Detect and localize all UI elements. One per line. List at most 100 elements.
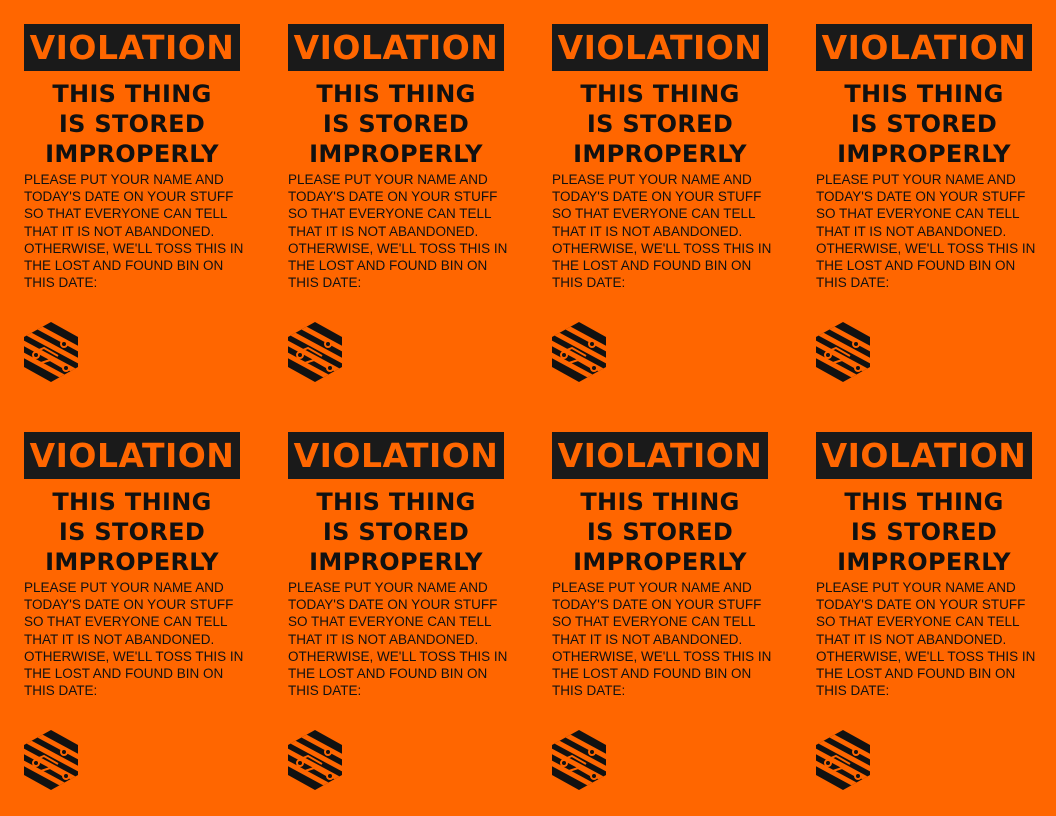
headline-line: IMPROPERLY (45, 140, 219, 168)
instructions-text: PLEASE PUT YOUR NAME AND TODAY'S DATE ON … (816, 579, 1056, 699)
instructions-line: OTHERWISE, WE'LL TOSS THIS IN (552, 648, 772, 664)
instructions-line: THE LOST AND FOUND BIN ON (552, 666, 752, 682)
instructions-line: PLEASE PUT YOUR NAME AND (24, 172, 224, 187)
headline-line: IS STORED (850, 518, 998, 546)
instructions-line: SO THAT EVERYONE CAN TELL (816, 206, 1020, 222)
violation-banner: VIOLATION (24, 24, 240, 71)
instructions-line: THAT IT IS NOT ABANDONED. (552, 631, 743, 647)
violation-label: VIOLATION THIS THING IS STORED IMPROPERLY PL… (792, 408, 1056, 816)
violation-banner: VIOLATION (288, 432, 504, 479)
violation-label: VIOLATION THIS THING IS STORED IMPROPERLY PL… (528, 0, 792, 408)
headline-line: IMPROPERLY (837, 548, 1011, 576)
headline-line: IS STORED (850, 110, 998, 138)
instructions-line: THAT IT IS NOT ABANDONED. (288, 223, 479, 239)
instructions-line: THIS DATE: (24, 683, 98, 699)
instructions-line: THE LOST AND FOUND BIN ON (552, 258, 752, 274)
instructions-line: THAT IT IS NOT ABANDONED. (24, 631, 215, 647)
instructions-line: OTHERWISE, WE'LL TOSS THIS IN (24, 648, 244, 664)
circuit-hexagon-logo-icon (816, 322, 870, 382)
circuit-hexagon-logo-icon (816, 730, 870, 790)
instructions-line: THAT IT IS NOT ABANDONED. (816, 223, 1007, 239)
circuit-hexagon-logo-icon (288, 322, 342, 382)
instructions-line: TODAY'S DATE ON YOUR STUFF (552, 189, 762, 205)
instructions-line: THAT IT IS NOT ABANDONED. (552, 223, 743, 239)
instructions-text: PLEASE PUT YOUR NAME AND TODAY'S DATE ON … (24, 579, 264, 699)
instructions-line: PLEASE PUT YOUR NAME AND (552, 580, 752, 595)
instructions-line: SO THAT EVERYONE CAN TELL (24, 614, 228, 630)
instructions-text: PLEASE PUT YOUR NAME AND TODAY'S DATE ON … (24, 171, 264, 291)
headline-line: IMPROPERLY (309, 548, 483, 576)
headline-line: THIS THING (316, 80, 476, 108)
headline-line: IMPROPERLY (837, 140, 1011, 168)
headline-line: IS STORED (586, 518, 734, 546)
violation-label: VIOLATION THIS THING IS STORED IMPROPERLY PL… (792, 0, 1056, 408)
headline-line: IS STORED (586, 110, 734, 138)
instructions-text: PLEASE PUT YOUR NAME AND TODAY'S DATE ON … (816, 171, 1056, 291)
headline-line: THIS THING (52, 488, 212, 516)
instructions-line: OTHERWISE, WE'LL TOSS THIS IN (816, 240, 1036, 256)
instructions-text: PLEASE PUT YOUR NAME AND TODAY'S DATE ON … (288, 579, 528, 699)
instructions-line: THAT IT IS NOT ABANDONED. (288, 631, 479, 647)
instructions-line: TODAY'S DATE ON YOUR STUFF (816, 597, 1026, 613)
violation-label: VIOLATION THIS THING IS STORED IMPROPERLY PL… (264, 408, 528, 816)
circuit-hexagon-logo-icon (552, 730, 606, 790)
instructions-line: THIS DATE: (816, 683, 890, 699)
violation-banner: VIOLATION (552, 432, 768, 479)
headline: THIS THING IS STORED IMPROPERLY (288, 487, 504, 577)
instructions-line: SO THAT EVERYONE CAN TELL (24, 206, 228, 222)
instructions-line: THIS DATE: (816, 275, 890, 291)
headline: THIS THING IS STORED IMPROPERLY (552, 79, 768, 169)
headline-line: IMPROPERLY (309, 140, 483, 168)
instructions-line: SO THAT EVERYONE CAN TELL (816, 614, 1020, 630)
instructions-line: OTHERWISE, WE'LL TOSS THIS IN (552, 240, 772, 256)
headline-line: IS STORED (58, 110, 206, 138)
headline: THIS THING IS STORED IMPROPERLY (288, 79, 504, 169)
violation-banner: VIOLATION (24, 432, 240, 479)
instructions-line: OTHERWISE, WE'LL TOSS THIS IN (288, 648, 508, 664)
instructions-line: SO THAT EVERYONE CAN TELL (288, 614, 492, 630)
instructions-line: TODAY'S DATE ON YOUR STUFF (552, 597, 762, 613)
violation-banner: VIOLATION (288, 24, 504, 71)
instructions-line: THIS DATE: (24, 275, 98, 291)
instructions-line: TODAY'S DATE ON YOUR STUFF (24, 189, 234, 205)
headline-line: IS STORED (322, 110, 470, 138)
headline-line: IMPROPERLY (573, 548, 747, 576)
instructions-line: OTHERWISE, WE'LL TOSS THIS IN (816, 648, 1036, 664)
instructions-line: THE LOST AND FOUND BIN ON (288, 666, 488, 682)
headline: THIS THING IS STORED IMPROPERLY (24, 487, 240, 577)
violation-label: VIOLATION THIS THING IS STORED IMPROPERLY PL… (0, 0, 264, 408)
instructions-line: OTHERWISE, WE'LL TOSS THIS IN (24, 240, 244, 256)
headline-line: THIS THING (316, 488, 476, 516)
instructions-line: PLEASE PUT YOUR NAME AND (24, 580, 224, 595)
circuit-hexagon-logo-icon (288, 730, 342, 790)
instructions-line: SO THAT EVERYONE CAN TELL (552, 206, 756, 222)
headline-line: THIS THING (844, 488, 1004, 516)
instructions-line: THAT IT IS NOT ABANDONED. (816, 631, 1007, 647)
instructions-line: TODAY'S DATE ON YOUR STUFF (288, 189, 498, 205)
headline-line: IMPROPERLY (573, 140, 747, 168)
headline-line: THIS THING (52, 80, 212, 108)
instructions-line: SO THAT EVERYONE CAN TELL (288, 206, 492, 222)
headline-line: IMPROPERLY (45, 548, 219, 576)
violation-label: VIOLATION THIS THING IS STORED IMPROPERLY PL… (0, 408, 264, 816)
instructions-line: PLEASE PUT YOUR NAME AND (288, 172, 488, 187)
headline-line: THIS THING (580, 80, 740, 108)
headline: THIS THING IS STORED IMPROPERLY (552, 487, 768, 577)
instructions-line: TODAY'S DATE ON YOUR STUFF (816, 189, 1026, 205)
headline-line: THIS THING (580, 488, 740, 516)
instructions-line: TODAY'S DATE ON YOUR STUFF (288, 597, 498, 613)
violation-banner: VIOLATION (552, 24, 768, 71)
instructions-line: THE LOST AND FOUND BIN ON (816, 258, 1016, 274)
circuit-hexagon-logo-icon (24, 322, 78, 382)
instructions-line: PLEASE PUT YOUR NAME AND (816, 580, 1016, 595)
headline: THIS THING IS STORED IMPROPERLY (24, 79, 240, 169)
instructions-line: THE LOST AND FOUND BIN ON (816, 666, 1016, 682)
headline: THIS THING IS STORED IMPROPERLY (816, 79, 1032, 169)
instructions-line: THE LOST AND FOUND BIN ON (288, 258, 488, 274)
instructions-line: PLEASE PUT YOUR NAME AND (816, 172, 1016, 187)
circuit-hexagon-logo-icon (552, 322, 606, 382)
circuit-hexagon-logo-icon (24, 730, 78, 790)
label-sheet: VIOLATION THIS THING IS STORED IMPROPERLY PL… (0, 0, 1056, 816)
headline-line: THIS THING (844, 80, 1004, 108)
violation-label: VIOLATION THIS THING IS STORED IMPROPERLY PL… (264, 0, 528, 408)
